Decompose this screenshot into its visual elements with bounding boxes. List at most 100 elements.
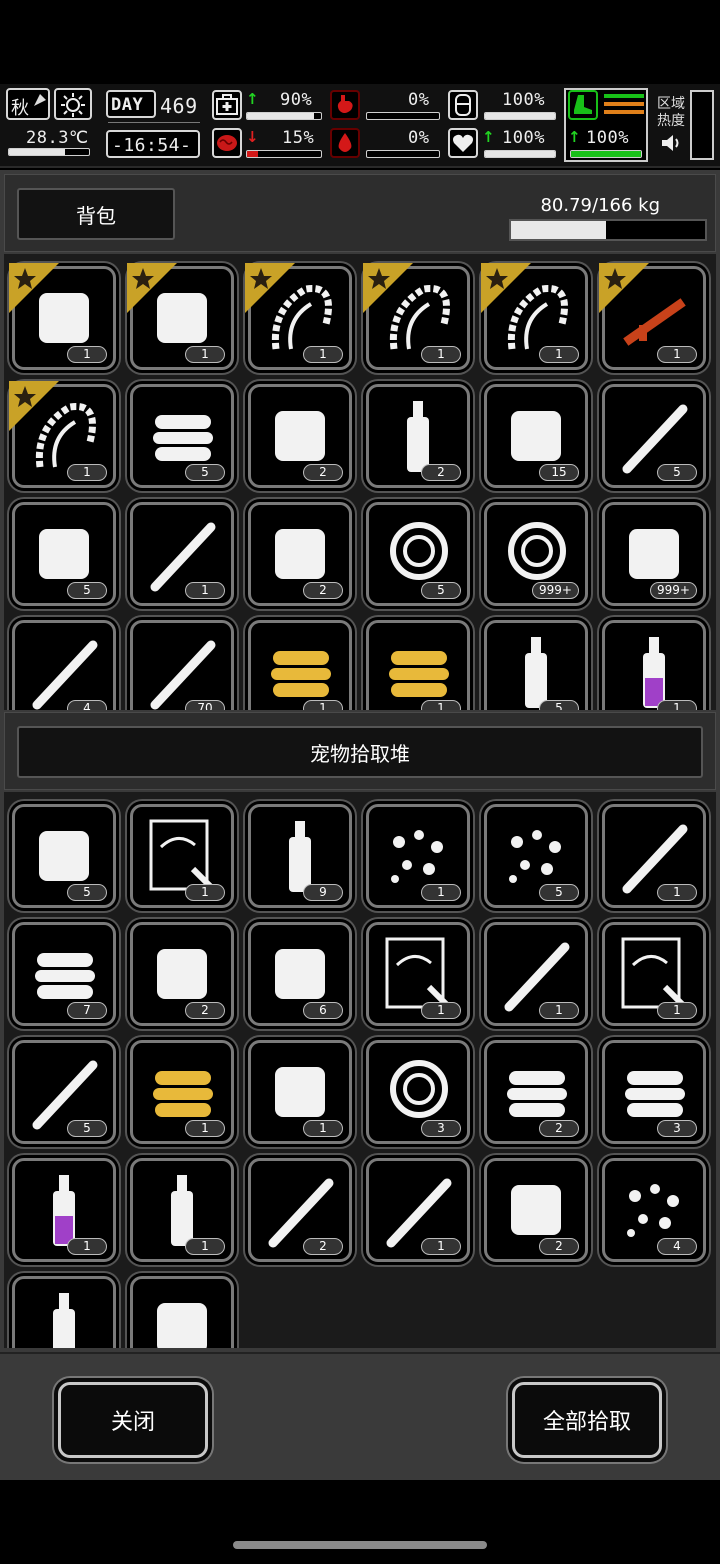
item-count: 2 — [303, 464, 343, 481]
item-slot[interactable]: 6 — [248, 922, 352, 1026]
star-badge-icon — [363, 263, 413, 313]
item-slot[interactable]: 1 — [127, 263, 234, 370]
item-slot[interactable]: 5 — [12, 1040, 116, 1144]
item-slot[interactable]: 1 — [599, 263, 706, 370]
item-slot[interactable]: 1 — [366, 620, 470, 710]
backpack-grid[interactable]: 1 1 1 1 1 1 1 5 2 2 15 5 5 1 2 5 999+ 999+ 4 70 1 1 5 1 — [4, 254, 716, 710]
item-count: 5 — [539, 884, 579, 901]
item-count: 2 — [185, 1002, 225, 1019]
stamina-level-3 — [604, 110, 644, 114]
item-slot[interactable]: 1 — [245, 263, 352, 370]
loot-panel: 背包 80.79/166 kg 1 1 1 1 1 1 1 5 2 2 15 5 5 1 2 5 999+ 999… — [0, 170, 720, 1480]
item-count: 1 — [421, 1002, 461, 1019]
item-slot[interactable]: 1 — [484, 922, 588, 1026]
item-slot[interactable]: 1 — [602, 922, 706, 1026]
item-slot[interactable]: 70 — [130, 620, 234, 710]
thirst-bar — [366, 150, 440, 158]
heart-icon — [448, 128, 478, 158]
item-slot[interactable]: 2 — [484, 1040, 588, 1144]
item-slot[interactable]: 1 — [9, 263, 116, 370]
item-slot[interactable]: 3 — [602, 1040, 706, 1144]
item-slot[interactable]: 5 — [602, 384, 706, 488]
item-count: 5 — [657, 464, 697, 481]
stamina-bar — [570, 150, 642, 158]
item-slot[interactable]: 2 — [248, 1158, 352, 1262]
item-slot[interactable]: 5 — [484, 620, 588, 710]
brain-icon — [212, 128, 242, 158]
item-slot[interactable]: 1 — [130, 502, 234, 606]
item-slot[interactable]: 2 — [248, 502, 352, 606]
item-slot[interactable]: 1 — [130, 1276, 234, 1348]
item-count: 5 — [185, 464, 225, 481]
item-slot[interactable]: 1 — [248, 620, 352, 710]
item-slot[interactable]: 5 — [484, 804, 588, 908]
item-slot[interactable]: 1 — [481, 263, 588, 370]
item-count: 5 — [539, 700, 579, 710]
item-slot[interactable]: 5 — [130, 384, 234, 488]
health-value: 90% — [280, 90, 313, 110]
item-slot[interactable]: 1 — [12, 1158, 116, 1262]
pet-pile-grid[interactable]: 51915172611151132311212411 — [4, 792, 716, 1348]
item-slot[interactable]: 1 — [130, 1158, 234, 1262]
item-slot[interactable]: 1 — [248, 1040, 352, 1144]
thirst-value: 0% — [408, 128, 430, 148]
item-slot[interactable]: 9 — [248, 804, 352, 908]
clock-readout: -16:54- — [112, 135, 192, 156]
star-badge-icon — [599, 263, 649, 313]
item-slot[interactable]: 1 — [9, 381, 116, 488]
item-slot[interactable]: 5 — [366, 502, 470, 606]
item-count: 1 — [303, 346, 343, 363]
day-label: DAY — [111, 95, 144, 115]
item-slot[interactable]: 4 — [12, 620, 116, 710]
item-slot[interactable]: 1 — [602, 804, 706, 908]
item-count: 15 — [539, 464, 579, 481]
item-slot[interactable]: 2 — [484, 1158, 588, 1262]
item-slot[interactable]: 1 — [12, 1276, 116, 1348]
speaker-icon[interactable] — [660, 132, 684, 154]
item-count: 999+ — [532, 582, 579, 599]
hunger-value: 0% — [408, 90, 430, 110]
item-slot[interactable]: 999+ — [484, 502, 588, 606]
health-bar — [246, 112, 322, 120]
item-slot[interactable]: 1 — [363, 263, 470, 370]
sun-icon — [60, 92, 86, 118]
footer-bar: 关闭 全部拾取 — [0, 1352, 720, 1480]
home-indicator[interactable] — [233, 1541, 487, 1549]
item-count: 1 — [185, 884, 225, 901]
item-slot[interactable]: 7 — [12, 922, 116, 1026]
take-all-button[interactable]: 全部拾取 — [512, 1382, 662, 1458]
item-slot[interactable]: 5 — [12, 502, 116, 606]
time-ruler — [108, 122, 200, 128]
item-count: 1 — [657, 1002, 697, 1019]
temperature-readout: 28.3℃ — [26, 128, 89, 148]
item-count: 4 — [67, 700, 107, 710]
item-slot[interactable]: 999+ — [602, 502, 706, 606]
zone-heat-label: 区域 热度 — [657, 96, 685, 129]
item-count: 1 — [657, 884, 697, 901]
item-slot[interactable]: 2 — [130, 922, 234, 1026]
item-slot[interactable]: 15 — [484, 384, 588, 488]
item-slot[interactable]: 3 — [366, 1040, 470, 1144]
stomach-icon — [330, 90, 360, 120]
backpack-title: 背包 — [17, 188, 175, 240]
item-count: 70 — [185, 700, 225, 710]
stamina-level-2 — [604, 102, 644, 106]
item-slot[interactable]: 2 — [366, 384, 470, 488]
item-slot[interactable]: 5 — [12, 804, 116, 908]
item-slot[interactable]: 1 — [602, 620, 706, 710]
item-slot[interactable]: 1 — [130, 1040, 234, 1144]
item-count: 1 — [185, 582, 225, 599]
heart-value: 100% — [502, 128, 545, 148]
item-slot[interactable]: 1 — [366, 1158, 470, 1262]
item-count: 1 — [421, 700, 461, 710]
close-button[interactable]: 关闭 — [58, 1382, 208, 1458]
weather-box — [54, 88, 92, 120]
item-slot[interactable]: 1 — [366, 804, 470, 908]
backpack-header: 背包 80.79/166 kg — [4, 174, 716, 252]
item-slot[interactable]: 2 — [248, 384, 352, 488]
medkit-icon — [212, 90, 242, 120]
item-count: 9 — [303, 884, 343, 901]
item-slot[interactable]: 1 — [366, 922, 470, 1026]
item-slot[interactable]: 1 — [130, 804, 234, 908]
item-slot[interactable]: 4 — [602, 1158, 706, 1262]
